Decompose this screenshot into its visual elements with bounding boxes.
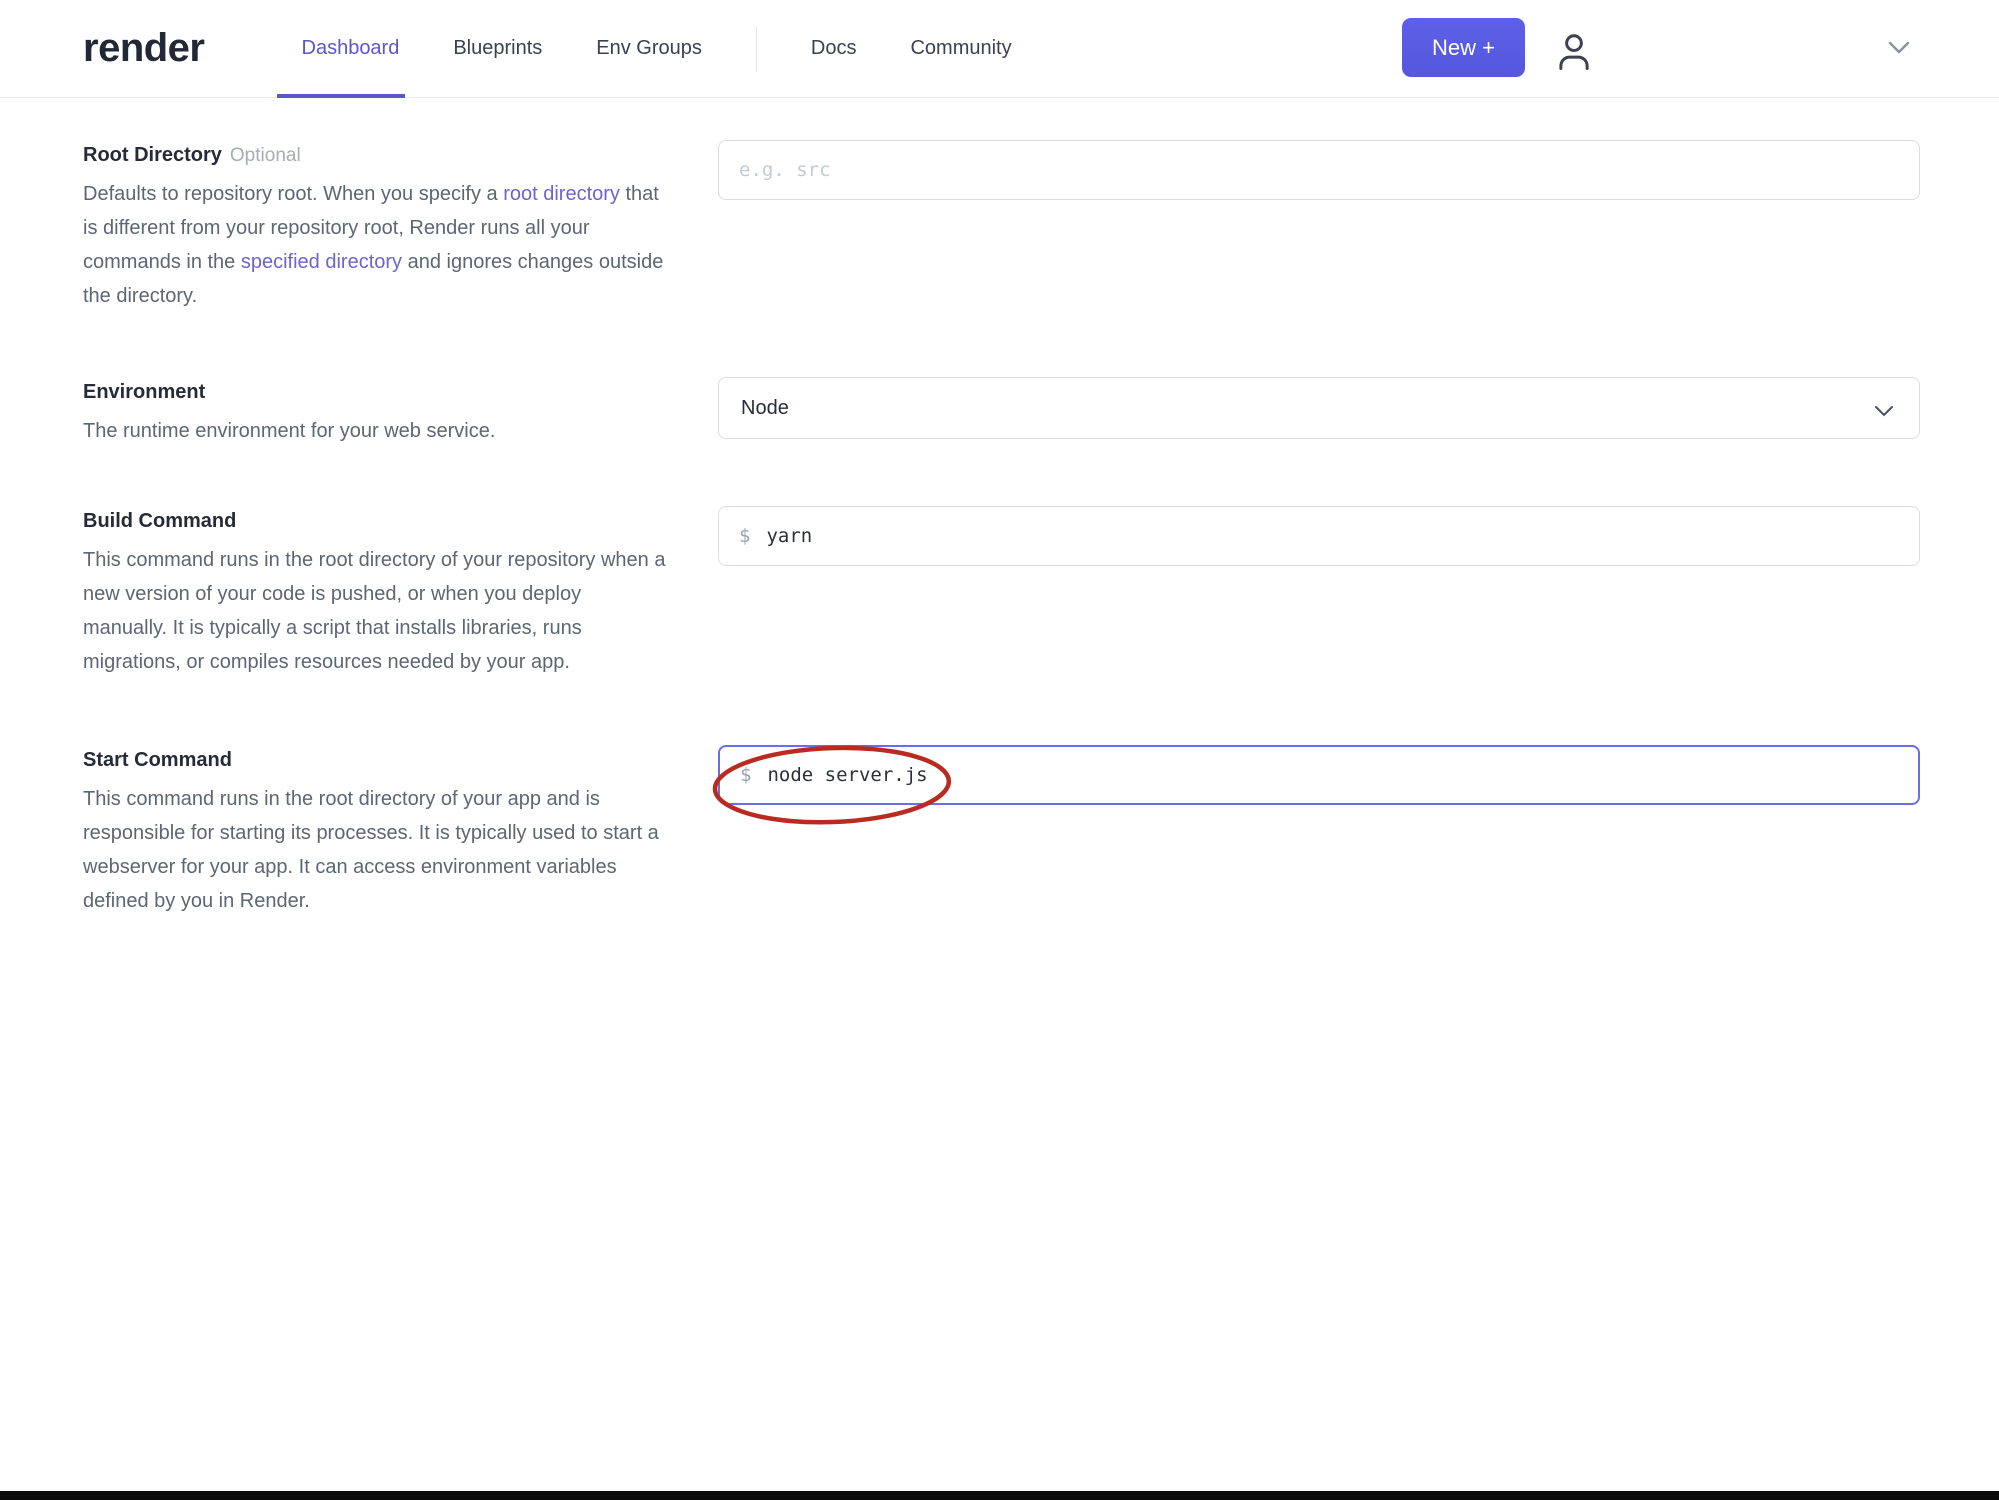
optional-badge: Optional — [229, 145, 301, 166]
build-command-field[interactable]: $ — [718, 506, 1920, 566]
environment-select[interactable]: Node — [718, 377, 1920, 439]
environment-selected-value: Node — [741, 396, 789, 419]
root-directory-label: Root Directory — [83, 144, 222, 166]
active-tab-indicator — [277, 94, 405, 98]
nav-env-groups[interactable]: Env Groups — [596, 37, 702, 60]
start-command-label: Start Command — [83, 749, 232, 771]
main-nav: Dashboard Blueprints Env Groups Docs Com… — [302, 25, 1066, 72]
prompt-prefix: $ — [740, 764, 752, 786]
bottom-edge-bar — [0, 1491, 1999, 1500]
user-account-icon[interactable] — [1553, 29, 1595, 73]
root-directory-section: Root Directory Optional Defaults to repos… — [83, 140, 1999, 313]
nav-divider — [755, 25, 757, 72]
select-chevron-down-icon — [1873, 401, 1895, 417]
build-command-input[interactable] — [766, 508, 1899, 564]
nav-community[interactable]: Community — [910, 37, 1011, 60]
build-command-description: This command runs in the root directory … — [83, 549, 666, 673]
nav-dashboard[interactable]: Dashboard — [302, 37, 400, 60]
account-chevron-down-icon[interactable] — [1884, 36, 1914, 58]
root-directory-description: Defaults to repository root. When you sp… — [83, 183, 664, 307]
build-command-label: Build Command — [83, 510, 237, 532]
service-settings-form: Root Directory Optional Defaults to repos… — [0, 140, 1999, 918]
environment-section: Environment The runtime environment for … — [83, 377, 1999, 448]
start-command-input[interactable] — [767, 747, 1898, 803]
root-directory-field[interactable] — [718, 140, 1920, 200]
render-logo[interactable]: render — [83, 26, 205, 71]
top-navigation-bar: render Dashboard Blueprints Env Groups D… — [0, 0, 1999, 98]
nav-blueprints[interactable]: Blueprints — [453, 37, 542, 60]
start-command-section: Start Command This command runs in the r… — [83, 745, 1999, 918]
prompt-prefix: $ — [739, 525, 751, 547]
start-command-description: This command runs in the root directory … — [83, 788, 659, 912]
nav-docs[interactable]: Docs — [811, 37, 857, 60]
new-button[interactable]: New + — [1402, 18, 1525, 77]
root-directory-input[interactable] — [739, 142, 1899, 198]
inline-link[interactable]: root directory — [503, 183, 620, 205]
inline-link[interactable]: specified directory — [241, 251, 402, 273]
start-command-field[interactable]: $ — [718, 745, 1920, 805]
environment-description: The runtime environment for your web ser… — [83, 420, 496, 442]
environment-label: Environment — [83, 381, 206, 403]
build-command-section: Build Command This command runs in the r… — [83, 506, 1999, 679]
